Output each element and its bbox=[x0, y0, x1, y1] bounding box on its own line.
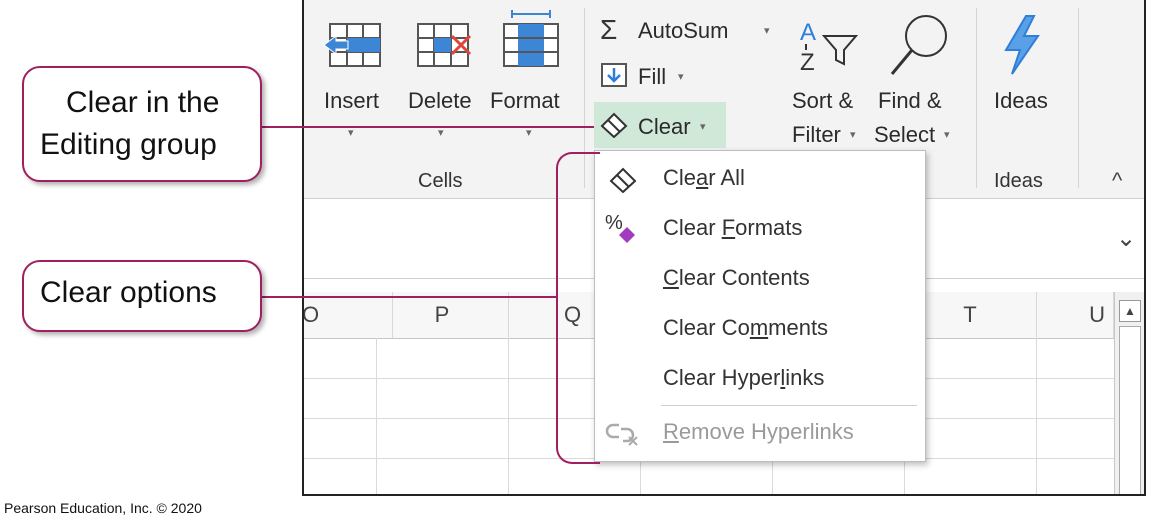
menu-item-label: Clear Contents bbox=[663, 265, 810, 290]
find-dropdown-caret[interactable]: ▾ bbox=[944, 128, 950, 141]
insert-label[interactable]: Insert bbox=[324, 88, 379, 114]
fill-button[interactable]: Fill bbox=[638, 64, 666, 90]
menu-item-label: Remove Hyperlinks bbox=[663, 419, 854, 444]
eraser-icon bbox=[607, 165, 639, 194]
menu-item-label: Clear Comments bbox=[663, 315, 829, 340]
unlink-icon bbox=[605, 417, 641, 449]
menu-item-remove-hyperlinks: Remove Hyperlinks bbox=[595, 409, 925, 457]
collapse-ribbon-icon[interactable]: ^ bbox=[1112, 168, 1122, 194]
sort-label-line1[interactable]: Sort & bbox=[792, 88, 853, 114]
menu-separator bbox=[661, 405, 917, 406]
copyright-footer: Pearson Education, Inc. © 2020 bbox=[4, 500, 202, 516]
expand-formula-bar-icon[interactable]: ⌄ bbox=[1116, 224, 1136, 253]
sort-dropdown-caret[interactable]: ▾ bbox=[850, 128, 856, 141]
callout-connector-line bbox=[260, 126, 594, 128]
menu-item-label: Clear All bbox=[663, 165, 745, 190]
find-label-line2[interactable]: Select bbox=[874, 122, 935, 148]
grid-col-line bbox=[1036, 338, 1037, 494]
scroll-up-arrow-icon[interactable]: ▲ bbox=[1119, 300, 1141, 322]
clear-dropdown-menu: Clear All % Clear Formats Clear Contents… bbox=[594, 150, 926, 462]
clear-label: Clear bbox=[638, 114, 691, 139]
callout-connector-line bbox=[262, 296, 558, 298]
sort-label-line2[interactable]: Filter bbox=[792, 122, 841, 148]
menu-item-label: Clear Formats bbox=[663, 215, 803, 240]
column-header-u[interactable]: U bbox=[1036, 292, 1114, 338]
callout-bracket bbox=[556, 152, 600, 464]
autosum-dropdown-caret[interactable]: ▾ bbox=[764, 24, 770, 37]
autosum-button[interactable]: AutoSum bbox=[638, 18, 729, 44]
autosum-icon: Σ bbox=[600, 14, 618, 45]
delete-label[interactable]: Delete bbox=[408, 88, 472, 114]
format-label[interactable]: Format bbox=[490, 88, 560, 114]
fill-icon bbox=[600, 62, 628, 88]
fill-dropdown-caret[interactable]: ▾ bbox=[678, 70, 684, 83]
find-label-line1[interactable]: Find & bbox=[878, 88, 942, 114]
format-cells-icon bbox=[500, 10, 562, 68]
clear-dropdown-caret: ▾ bbox=[700, 121, 706, 133]
menu-item-label: Clear Hyperlinks bbox=[663, 365, 825, 390]
ideas-lightning-icon bbox=[1000, 14, 1044, 76]
callout-clear-options: Clear options bbox=[22, 260, 262, 332]
svg-text:A: A bbox=[800, 19, 816, 46]
menu-item-clear-formats[interactable]: % Clear Formats bbox=[595, 205, 925, 253]
clear-button[interactable]: Clear ▾ bbox=[594, 102, 726, 148]
grid-col-line bbox=[376, 338, 377, 494]
sort-filter-icon: A Z bbox=[798, 14, 860, 76]
column-header-p[interactable]: P bbox=[376, 292, 509, 338]
delete-cells-icon bbox=[414, 22, 476, 68]
callout-text-line1: Clear in the bbox=[66, 86, 220, 119]
ideas-group-label: Ideas bbox=[994, 170, 1043, 192]
percent-eraser-icon: % bbox=[605, 211, 641, 245]
find-magnifier-icon bbox=[888, 12, 950, 78]
menu-item-clear-contents[interactable]: Clear Contents bbox=[595, 255, 925, 303]
scrollbar-thumb[interactable] bbox=[1119, 326, 1141, 494]
svg-text:%: % bbox=[605, 212, 623, 234]
callout-text: Clear options bbox=[40, 276, 217, 309]
insert-cells-icon bbox=[322, 22, 384, 68]
vertical-scrollbar[interactable]: ▲ bbox=[1114, 292, 1144, 494]
menu-item-clear-all[interactable]: Clear All bbox=[595, 155, 925, 203]
menu-item-clear-hyperlinks[interactable]: Clear Hyperlinks bbox=[595, 355, 925, 403]
group-separator bbox=[1078, 8, 1079, 188]
callout-text-line2: Editing group bbox=[40, 128, 217, 161]
menu-item-clear-comments[interactable]: Clear Comments bbox=[595, 305, 925, 353]
grid-col-line bbox=[508, 338, 509, 494]
eraser-icon bbox=[598, 110, 630, 139]
group-separator bbox=[976, 8, 977, 188]
cells-group-label: Cells bbox=[418, 170, 463, 192]
ideas-button[interactable]: Ideas bbox=[994, 88, 1048, 114]
callout-clear-editing-group: Clear in the Editing group bbox=[22, 66, 262, 182]
svg-text:Z: Z bbox=[800, 49, 815, 76]
